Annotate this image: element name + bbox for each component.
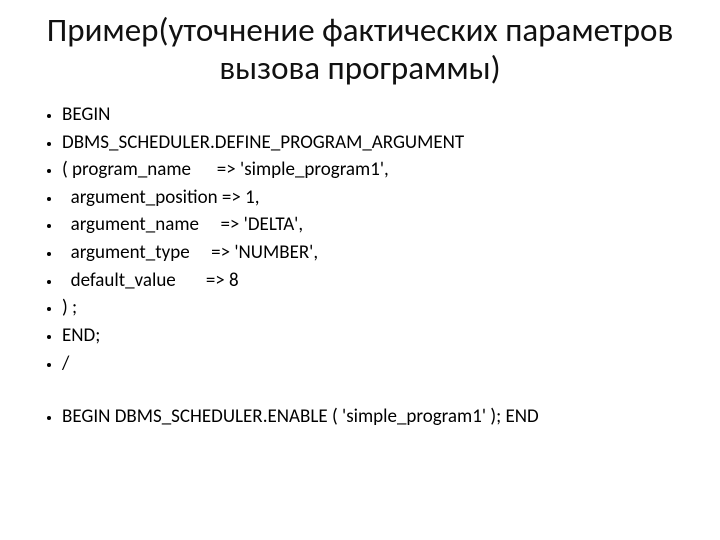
list-item: END; bbox=[62, 323, 692, 349]
list-spacer bbox=[62, 378, 692, 402]
slide-title: Пример(уточнение фактических параметров … bbox=[28, 12, 692, 88]
list-item: argument_name => 'DELTA', bbox=[62, 212, 692, 238]
list-item: BEGIN bbox=[62, 102, 692, 128]
code-list: BEGIN DBMS_SCHEDULER.DEFINE_PROGRAM_ARGU… bbox=[28, 102, 692, 430]
list-item: / bbox=[62, 351, 692, 377]
list-item: ) ; bbox=[62, 295, 692, 321]
list-item: argument_position => 1, bbox=[62, 185, 692, 211]
list-item: argument_type => 'NUMBER', bbox=[62, 240, 692, 266]
list-item: DBMS_SCHEDULER.DEFINE_PROGRAM_ARGUMENT bbox=[62, 130, 692, 156]
list-item: BEGIN DBMS_SCHEDULER.ENABLE ( 'simple_pr… bbox=[62, 404, 692, 430]
slide: Пример(уточнение фактических параметров … bbox=[0, 0, 720, 540]
list-item: ( program_name => 'simple_program1', bbox=[62, 157, 692, 183]
list-item: default_value => 8 bbox=[62, 268, 692, 294]
